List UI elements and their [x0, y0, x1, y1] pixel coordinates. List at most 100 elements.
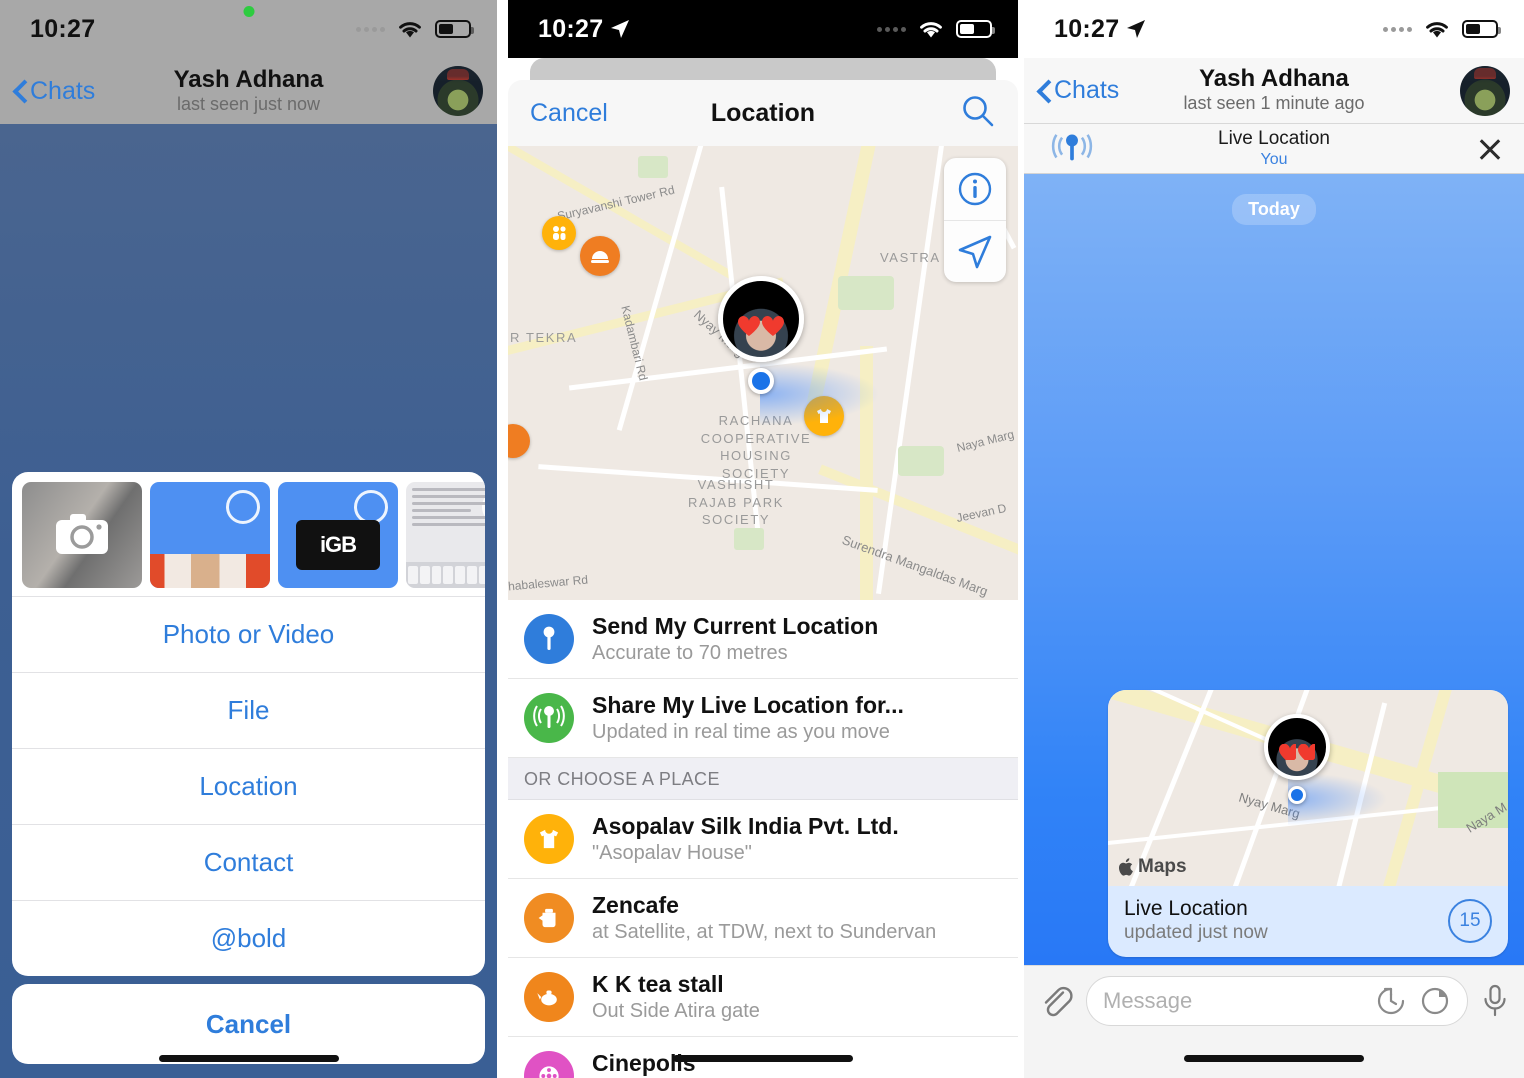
- status-time-text: 10:27: [1054, 14, 1120, 43]
- sheet-cancel-button[interactable]: Cancel: [12, 984, 485, 1064]
- status-time: 10:27: [538, 15, 630, 44]
- photo-thumbnail-1[interactable]: [150, 482, 270, 588]
- sheet-item-label: Contact: [203, 847, 294, 877]
- camera-thumbnail[interactable]: [22, 482, 142, 588]
- panel-chat-attachment-menu: 10:10 AM 10:27 Chats Yash Adh: [0, 0, 497, 1078]
- sticker-icon[interactable]: [1419, 985, 1451, 1017]
- list-item-place[interactable]: K K tea stall Out Side Atira gate: [508, 958, 1018, 1038]
- map-poi-restaurant[interactable]: [580, 236, 620, 276]
- search-button[interactable]: [960, 93, 996, 134]
- section-header-choose-place: OR CHOOSE A PLACE: [508, 758, 1018, 801]
- sheet-item-contact[interactable]: Contact: [12, 824, 485, 900]
- cancel-button[interactable]: Cancel: [530, 99, 608, 128]
- countdown-minutes: 15: [1459, 909, 1481, 931]
- back-to-chats-button[interactable]: Chats: [14, 77, 95, 106]
- list-item-share-live-location[interactable]: Share My Live Location for... Updated in…: [508, 679, 1018, 759]
- back-label: Chats: [1054, 76, 1120, 104]
- map-park: [734, 528, 764, 550]
- map-locate-button[interactable]: [944, 220, 1006, 282]
- sheet-item-label: Photo or Video: [162, 619, 335, 649]
- close-icon[interactable]: [1474, 133, 1506, 165]
- list-item-text: Share My Live Location for... Updated in…: [592, 691, 1002, 745]
- map-park: [898, 446, 944, 476]
- list-item-subtitle: Accurate to 70 metres: [592, 642, 788, 665]
- my-location-avatar[interactable]: [718, 276, 804, 362]
- contact-avatar[interactable]: [1460, 65, 1510, 116]
- my-location-dot: [1288, 786, 1306, 805]
- select-circle-icon[interactable]: [354, 490, 388, 524]
- contact-avatar[interactable]: [433, 66, 483, 116]
- sheet-item-bold-clipped: @bold: [12, 900, 485, 976]
- list-item-title: K K tea stall: [592, 971, 724, 998]
- select-circle-icon[interactable]: [226, 490, 260, 524]
- map-info-button[interactable]: [944, 158, 1006, 220]
- message-footer-text: Live Location updated just now: [1124, 896, 1448, 945]
- pin-icon: [524, 614, 574, 665]
- apple-maps-badge: Maps: [1118, 856, 1187, 878]
- camera-icon: [56, 514, 108, 554]
- live-location-message-bubble[interactable]: Nyay Marg Naya M Maps Live Location upda…: [1108, 690, 1508, 957]
- list-item-title: Share My Live Location for...: [592, 692, 904, 719]
- map-poi[interactable]: [508, 424, 530, 458]
- photo-thumbnail-3[interactable]: [406, 482, 485, 588]
- list-item-send-current-location[interactable]: Send My Current Location Accurate to 70 …: [508, 600, 1018, 680]
- list-item-text: K K tea stall Out Side Atira gate: [592, 970, 1002, 1024]
- status-time: 10:27: [30, 14, 96, 43]
- heart-eyes-icon: [1279, 744, 1315, 760]
- list-item-place[interactable]: Asopalav Silk India Pvt. Ltd. "Asopalav …: [508, 800, 1018, 880]
- day-divider: Today: [1232, 194, 1316, 225]
- status-indicators: [877, 18, 995, 40]
- location-arrow-icon: [611, 20, 630, 38]
- live-location-banner[interactable]: Live Location You: [1024, 124, 1524, 174]
- chat-nav-bar-panel1: Chats Yash Adhana last seen just now: [0, 58, 497, 124]
- sheet-item-location[interactable]: Location: [12, 748, 485, 824]
- sheet-item-photo-or-video[interactable]: Photo or Video: [12, 596, 485, 672]
- list-item-title: Asopalav Silk India Pvt. Ltd.: [592, 813, 899, 840]
- photo-thumbnail-2[interactable]: iGB: [278, 482, 398, 588]
- microphone-icon[interactable]: [1480, 983, 1510, 1019]
- list-item-title: Send My Current Location: [592, 613, 879, 639]
- media-thumbnail-strip[interactable]: iGB: [12, 472, 485, 596]
- maps-badge-label: Maps: [1138, 856, 1187, 878]
- list-item-subtitle: Out Side Atira gate: [592, 1000, 760, 1023]
- status-bar-panel3: 10:27: [1024, 0, 1524, 58]
- chevron-left-icon: [14, 80, 27, 102]
- input-row: Message: [1024, 966, 1524, 1036]
- direction-beam: [760, 362, 880, 426]
- map-poi-park[interactable]: [542, 216, 576, 250]
- my-location-dot: [748, 368, 774, 394]
- map-label-area: R TEKRA: [510, 330, 578, 345]
- map-view[interactable]: Suryavanshi Tower Rd VASTRA R TEKRA Nyay…: [508, 146, 1018, 600]
- teapot-icon: [524, 972, 574, 1023]
- back-to-chats-button[interactable]: Chats: [1038, 76, 1119, 105]
- keyboard-strip: [406, 562, 485, 588]
- panel-location-picker: 10:27 Cancel Location Suryavanshi Tower …: [508, 0, 1018, 1078]
- self-destruct-timer-icon[interactable]: [1375, 985, 1407, 1017]
- my-location-avatar: [1264, 714, 1330, 781]
- igb-logo: iGB: [296, 520, 380, 570]
- list-item-title: Cinepolis: [592, 1050, 696, 1077]
- paperclip-icon[interactable]: [1038, 983, 1074, 1019]
- message-map-preview[interactable]: Nyay Marg Naya M Maps: [1108, 690, 1508, 887]
- list-item-subtitle: at Satellite, at TDW, next to Sundervan: [592, 921, 937, 944]
- wifi-icon: [920, 22, 942, 38]
- home-indicator-panel1: [158, 1055, 339, 1062]
- location-modal: Cancel Location Suryavanshi Tower Rd VAS…: [508, 58, 1018, 1078]
- sheet-item-bold[interactable]: @bold: [12, 900, 485, 976]
- battery-icon: [1462, 20, 1501, 38]
- attachment-action-sheet: iGB Photo or Video File Location Contact…: [12, 472, 485, 1064]
- message-input-field[interactable]: Message: [1086, 976, 1468, 1026]
- live-location-countdown[interactable]: 15: [1448, 898, 1492, 943]
- sheet-cancel-label: Cancel: [205, 1008, 292, 1039]
- list-item-place[interactable]: Zencafe at Satellite, at TDW, next to Su…: [508, 879, 1018, 959]
- sheet-item-file[interactable]: File: [12, 672, 485, 748]
- status-indicators: [356, 18, 474, 40]
- signal-dots-icon: [877, 26, 906, 32]
- kettle-icon: [524, 893, 574, 944]
- status-indicators: [1383, 18, 1501, 40]
- recording-indicator-dot: [243, 6, 254, 17]
- map-label-road: Naya Marg: [955, 427, 1016, 455]
- status-time-text: 10:27: [538, 14, 604, 43]
- message-footer: Live Location updated just now 15: [1108, 886, 1508, 957]
- message-input-bar: Message: [1024, 965, 1524, 1078]
